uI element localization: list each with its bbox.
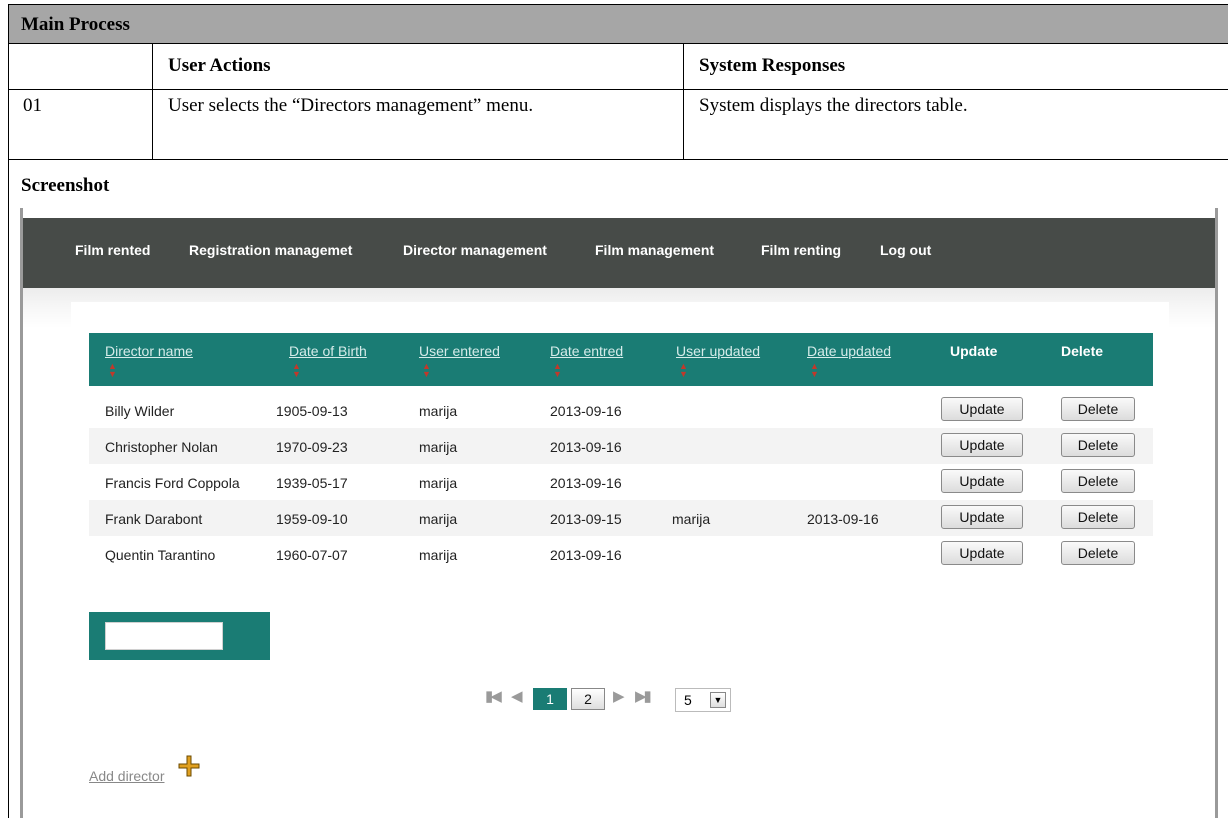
cell-director-name: Quentin Tarantino xyxy=(105,547,216,563)
column-divider xyxy=(152,90,153,160)
table-row: Francis Ford Coppola 1939-05-17 marija 2… xyxy=(89,464,1153,500)
cell-date-of-birth: 1960-07-07 xyxy=(276,547,348,563)
footer-input[interactable] xyxy=(105,622,223,650)
nav-registration-management[interactable]: Registration managemet xyxy=(189,242,352,258)
cell-date-of-birth: 1905-09-13 xyxy=(276,403,348,419)
cell-user-entered: marija xyxy=(419,511,458,527)
nav-film-renting[interactable]: Film renting xyxy=(761,242,841,258)
sort-arrows-icon[interactable]: ▲ ▼ xyxy=(679,362,688,379)
app-screenshot: Film rented Registration managemet Direc… xyxy=(20,208,1218,818)
main-process-label: Main Process xyxy=(21,14,130,35)
cell-director-name: Christopher Nolan xyxy=(105,439,218,455)
cell-user-entered: marija xyxy=(419,439,458,455)
step-system-response: System displays the directors table. xyxy=(699,95,968,116)
top-nav: Film rented Registration managemet Direc… xyxy=(23,218,1215,288)
nav-film-management[interactable]: Film management xyxy=(595,242,714,258)
main-process-row: Main Process xyxy=(9,5,1228,44)
cell-director-name: Francis Ford Coppola xyxy=(105,475,240,491)
cell-date-entered: 2013-09-16 xyxy=(550,403,622,419)
update-button[interactable]: Update xyxy=(941,433,1023,457)
update-button[interactable]: Update xyxy=(941,541,1023,565)
step-user-action: User selects the “Directors management” … xyxy=(168,95,534,116)
delete-button[interactable]: Delete xyxy=(1061,397,1135,421)
cell-date-entered: 2013-09-16 xyxy=(550,547,622,563)
delete-button[interactable]: Delete xyxy=(1061,505,1135,529)
add-director-link[interactable]: Add director xyxy=(89,768,164,784)
cell-date-of-birth: 1970-09-23 xyxy=(276,439,348,455)
sort-arrows-icon[interactable]: ▲ ▼ xyxy=(553,362,562,379)
first-page-icon[interactable]: ▮◀ xyxy=(485,687,502,705)
col-date-of-birth[interactable]: Date of Birth xyxy=(289,343,367,359)
nav-log-out[interactable]: Log out xyxy=(880,242,931,258)
cell-date-entered: 2013-09-15 xyxy=(550,511,622,527)
page-button-2[interactable]: 2 xyxy=(571,688,605,710)
cell-user-entered: marija xyxy=(419,403,458,419)
sort-arrows-icon[interactable]: ▲ ▼ xyxy=(108,362,117,379)
cell-user-entered: marija xyxy=(419,547,458,563)
plus-icon[interactable] xyxy=(177,754,201,778)
col-date-updated[interactable]: Date updated xyxy=(807,343,891,359)
cell-date-entered: 2013-09-16 xyxy=(550,439,622,455)
cell-date-of-birth: 1959-09-10 xyxy=(276,511,348,527)
nav-film-rented[interactable]: Film rented xyxy=(75,242,150,258)
cell-date-entered: 2013-09-16 xyxy=(550,475,622,491)
cell-date-of-birth: 1939-05-17 xyxy=(276,475,348,491)
update-button[interactable]: Update xyxy=(941,397,1023,421)
delete-button[interactable]: Delete xyxy=(1061,541,1135,565)
column-divider xyxy=(683,90,684,160)
col-director-name[interactable]: Director name xyxy=(105,343,193,359)
page-button-1[interactable]: 1 xyxy=(533,688,567,710)
sort-arrows-icon[interactable]: ▲ ▼ xyxy=(422,362,431,379)
col-update: Update xyxy=(950,343,998,359)
page-size-value: 5 xyxy=(684,692,692,708)
step-number: 01 xyxy=(23,95,42,116)
update-button[interactable]: Update xyxy=(941,469,1023,493)
page-size-select[interactable]: 5 ▼ xyxy=(675,688,731,712)
step-row: 01 User selects the “Directors managemen… xyxy=(9,90,1228,160)
sort-arrows-icon[interactable]: ▲ ▼ xyxy=(292,362,301,379)
delete-button[interactable]: Delete xyxy=(1061,469,1135,493)
screenshot-label: Screenshot xyxy=(21,175,110,196)
col-user-updated[interactable]: User updated xyxy=(676,343,760,359)
header-row: User Actions System Responses xyxy=(9,44,1228,90)
cell-date-updated: 2013-09-16 xyxy=(807,511,879,527)
chevron-down-icon[interactable]: ▼ xyxy=(710,692,726,708)
sort-arrows-icon[interactable]: ▲ ▼ xyxy=(810,362,819,379)
user-actions-header: User Actions xyxy=(168,55,271,76)
cell-user-entered: marija xyxy=(419,475,458,491)
col-delete: Delete xyxy=(1061,343,1104,359)
delete-button[interactable]: Delete xyxy=(1061,433,1135,457)
col-user-entered[interactable]: User entered xyxy=(419,343,500,359)
prev-page-icon[interactable]: ◀ xyxy=(511,687,522,705)
table-header: Director name Date of Birth User entered… xyxy=(89,333,1153,386)
table-row: Quentin Tarantino 1960-07-07 marija 2013… xyxy=(89,536,1153,572)
next-page-icon[interactable]: ▶ xyxy=(613,687,624,705)
update-button[interactable]: Update xyxy=(941,505,1023,529)
cell-director-name: Frank Darabont xyxy=(105,511,203,527)
table-row: Frank Darabont 1959-09-10 marija 2013-09… xyxy=(89,500,1153,536)
table-footer xyxy=(89,612,270,660)
column-divider xyxy=(152,44,153,90)
cell-director-name: Billy Wilder xyxy=(105,403,175,419)
screenshot-row: Screenshot xyxy=(9,160,1228,206)
table-row: Billy Wilder 1905-09-13 marija 2013-09-1… xyxy=(89,392,1153,428)
col-date-entered[interactable]: Date entred xyxy=(550,343,623,359)
last-page-icon[interactable]: ▶▮ xyxy=(635,687,652,705)
column-divider xyxy=(683,44,684,90)
cell-user-updated: marija xyxy=(672,511,711,527)
nav-director-management[interactable]: Director management xyxy=(403,242,547,258)
table-row: Christopher Nolan 1970-09-23 marija 2013… xyxy=(89,428,1153,464)
system-responses-header: System Responses xyxy=(699,55,846,76)
